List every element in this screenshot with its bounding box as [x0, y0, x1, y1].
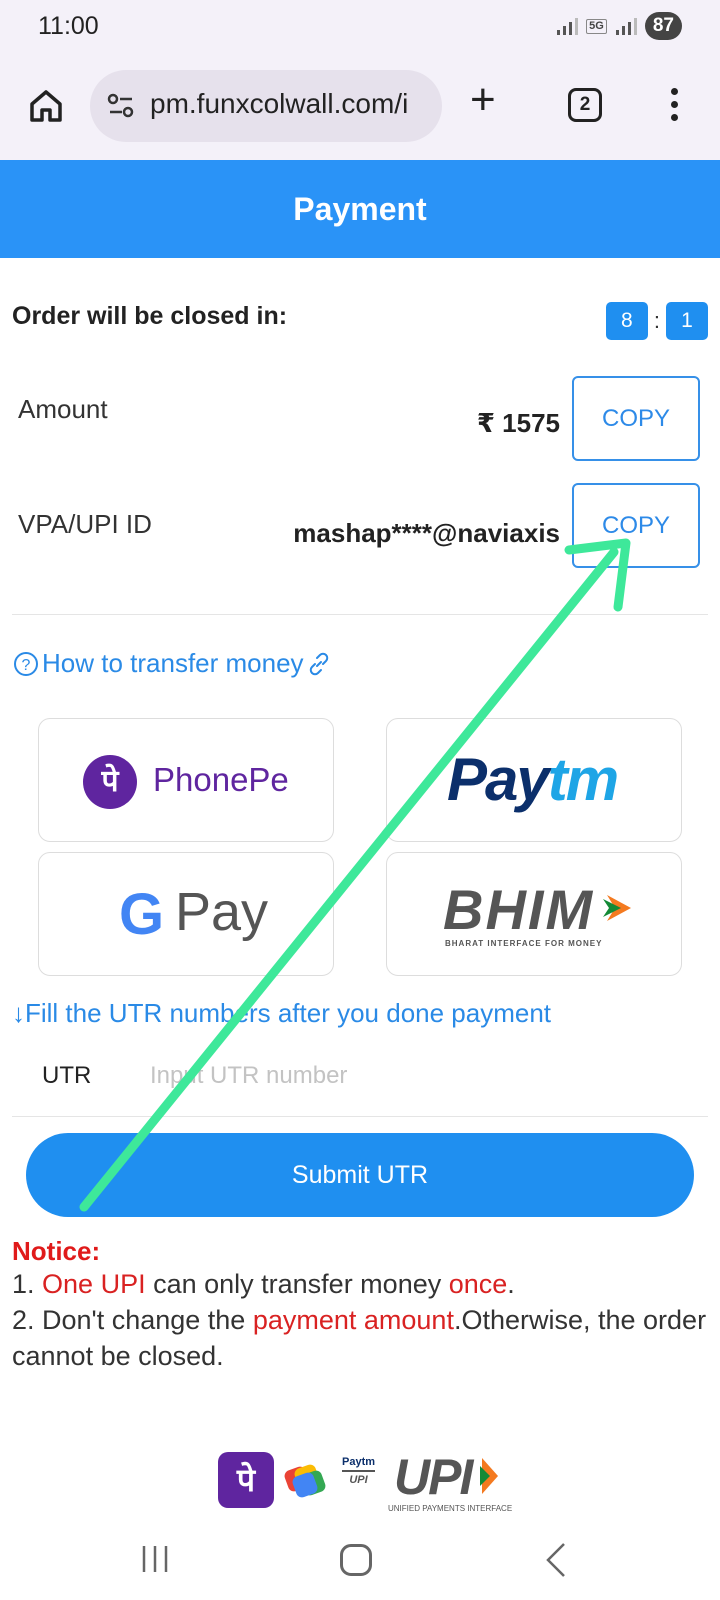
tab-switcher-button[interactable]: 2	[568, 88, 602, 122]
how-to-transfer-label[interactable]: How to transfer money	[42, 648, 304, 679]
svg-text:?: ?	[22, 657, 31, 674]
bhim-arrow-icon	[603, 895, 631, 921]
network-type: 5G	[586, 18, 607, 34]
amount-label: Amount	[18, 394, 108, 424]
paytm-upi-logo: Paytm UPI	[342, 1456, 376, 1486]
utr-instruction: ↓Fill the UTR numbers after you done pay…	[12, 998, 552, 1028]
google-g-logo: G	[119, 882, 165, 947]
paytm-logo: Paytm	[447, 746, 619, 813]
order-close-label: Order will be closed in:	[12, 302, 288, 330]
system-nav-bar	[0, 1530, 720, 1600]
status-bar: 11:00 5G 87	[0, 0, 720, 58]
how-to-transfer-link[interactable]: ? How to transfer money	[12, 648, 332, 679]
status-time: 11:00	[38, 12, 99, 40]
url-text[interactable]: pm.funxcolwall.com/i	[150, 88, 408, 120]
browser-toolbar: pm.funxcolwall.com/i + 2	[0, 58, 720, 160]
upi-logo: UPI	[394, 1449, 473, 1505]
signal-icon-2	[615, 18, 637, 35]
upi-tagline: UNIFIED PAYMENTS INTERFACE	[388, 1504, 513, 1513]
link-icon	[309, 652, 328, 675]
bhim-tagline: BHARAT INTERFACE FOR MONEY	[445, 939, 603, 948]
countdown-timer: 8 : 1	[605, 302, 708, 340]
site-settings-icon[interactable]	[106, 92, 136, 120]
recent-apps-icon[interactable]	[140, 1544, 170, 1574]
back-icon[interactable]	[544, 1542, 568, 1578]
battery-indicator: 87	[644, 12, 682, 40]
bhim-option[interactable]: BHIM BHARAT INTERFACE FOR MONEY	[386, 852, 682, 976]
bhim-logo: BHIM	[443, 878, 595, 941]
phonepe-small-logo: पे	[218, 1452, 274, 1508]
paytm-option[interactable]: Paytm	[386, 718, 682, 842]
signal-icon	[557, 18, 579, 35]
gpay-option[interactable]: G Pay	[38, 852, 334, 976]
new-tab-button[interactable]: +	[470, 78, 496, 122]
utr-label: UTR	[42, 1062, 92, 1089]
timer-digit: 8	[605, 302, 648, 340]
status-icons: 5G 87	[556, 12, 682, 40]
home-icon[interactable]	[26, 86, 66, 126]
help-icon: ?	[14, 651, 38, 676]
utr-input[interactable]	[150, 1050, 690, 1102]
vpa-value: mashap****@naviaxis	[293, 518, 560, 548]
copy-vpa-button[interactable]: COPY	[572, 483, 700, 568]
amount-value: ₹ 1575	[476, 408, 560, 438]
page-title: Payment	[0, 160, 720, 258]
phonepe-logo: पे	[83, 755, 137, 809]
upi-arrow-icon	[480, 1458, 498, 1494]
phonepe-option[interactable]: पे PhonePe	[38, 718, 334, 842]
gpay-small-logo	[284, 1464, 326, 1498]
timer-separator: :	[653, 308, 660, 333]
url-bar[interactable]: pm.funxcolwall.com/i	[90, 70, 442, 142]
phonepe-label: PhonePe	[153, 761, 289, 798]
timer-digit: 1	[666, 302, 708, 340]
divider	[12, 1116, 708, 1117]
submit-utr-button[interactable]: Submit UTR	[26, 1133, 694, 1217]
notice-title: Notice:	[12, 1236, 101, 1266]
divider	[12, 614, 708, 615]
home-nav-icon[interactable]	[340, 1544, 372, 1576]
notice-line-2: 2. Don't change the payment amount.Other…	[12, 1305, 707, 1371]
menu-icon[interactable]	[664, 88, 684, 128]
vpa-label: VPA/UPI ID	[18, 509, 152, 539]
notice-line-1: 1. One UPI can only transfer money once.	[12, 1269, 515, 1299]
gpay-label: Pay	[175, 882, 269, 942]
footer-payment-logos: पे Paytm UPI UPI UNIFIED PAYMENTS INTERF…	[218, 1449, 518, 1520]
copy-amount-button[interactable]: COPY	[572, 376, 700, 461]
